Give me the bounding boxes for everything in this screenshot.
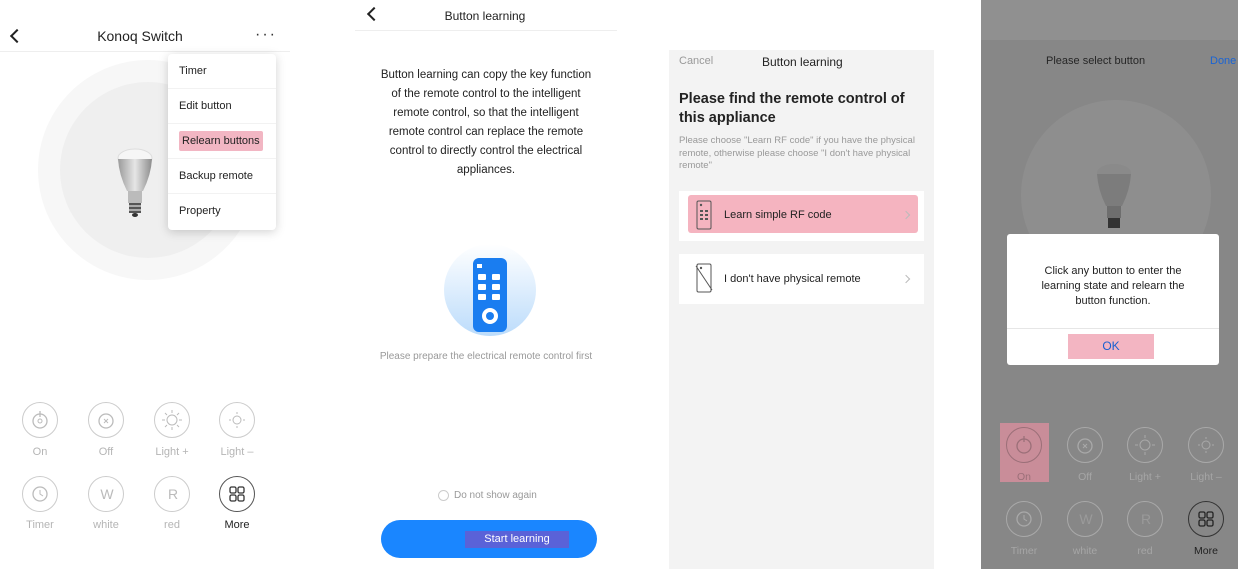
cancel-button[interactable]: Cancel	[679, 55, 713, 67]
red-letter: R	[1140, 511, 1152, 527]
light-minus-button[interactable]	[219, 402, 255, 438]
panel-device-control: Konoq Switch ··· Timer Edit button Relea…	[0, 0, 290, 569]
light-plus-button[interactable]	[1127, 427, 1163, 463]
timer-button[interactable]	[1006, 501, 1042, 537]
menu-item-edit-button[interactable]: Edit button	[168, 89, 276, 124]
on-label: On	[1016, 471, 1031, 483]
header-divider	[355, 30, 617, 31]
start-learning-button[interactable]: Start learning	[381, 520, 597, 558]
learning-description: Button learning can copy the key functio…	[380, 69, 592, 176]
page-title: Please select button	[1046, 55, 1146, 67]
relearn-dialog: Click any button to enter the learning s…	[1007, 234, 1219, 365]
panel-button-learning-intro: Button learning Button learning can copy…	[355, 0, 617, 569]
red-label: red	[1137, 545, 1153, 557]
option-label: I don't have physical remote	[724, 273, 861, 285]
remote-illustration-icon	[444, 244, 536, 336]
on-label: On	[32, 446, 48, 458]
select-button-header-bg	[981, 0, 1238, 40]
power-off-icon	[98, 413, 114, 429]
timer-button[interactable]	[22, 476, 58, 512]
page-title: Button learning	[762, 55, 843, 69]
do-not-show-radio[interactable]	[438, 490, 449, 501]
white-button[interactable]: W	[88, 476, 124, 512]
options-menu: Timer Edit button Relearn buttons Backup…	[168, 54, 276, 230]
white-label: white	[93, 519, 119, 531]
no-remote-icon	[695, 263, 713, 293]
bulb-icon	[1097, 164, 1131, 228]
find-remote-subtext: Please choose "Learn RF code" if you hav…	[679, 135, 915, 171]
sun-plus-icon	[1135, 435, 1155, 455]
menu-item-relearn-buttons[interactable]: Relearn buttons	[168, 124, 276, 159]
on-button[interactable]	[1006, 427, 1042, 463]
ok-button[interactable]: OK	[1068, 334, 1154, 359]
menu-item-timer[interactable]: Timer	[168, 54, 276, 89]
bulb-icon	[117, 148, 153, 217]
off-label: Off	[1078, 471, 1092, 483]
off-button[interactable]	[1067, 427, 1103, 463]
more-button[interactable]	[219, 476, 255, 512]
more-label: More	[224, 519, 250, 531]
more-menu-icon[interactable]: ···	[255, 26, 277, 44]
page-title: Konoq Switch	[97, 28, 183, 44]
light-plus-label: Light +	[155, 446, 189, 458]
sun-minus-icon	[1198, 437, 1214, 453]
white-letter: W	[100, 486, 114, 502]
find-remote-heading: Please find the remote control of this a…	[679, 91, 905, 126]
timer-label: Timer	[26, 519, 54, 531]
start-learning-label: Start learning	[465, 531, 569, 548]
page-title: Button learning	[444, 9, 526, 23]
white-letter: W	[1079, 511, 1093, 527]
sun-minus-icon	[229, 412, 245, 428]
more-label: More	[1194, 545, 1218, 557]
white-button[interactable]: W	[1067, 501, 1103, 537]
grid-icon	[1198, 511, 1214, 527]
off-button[interactable]	[88, 402, 124, 438]
chevron-right-icon	[901, 274, 911, 284]
done-button[interactable]: Done	[1210, 55, 1236, 67]
remote-icon	[696, 200, 712, 230]
on-button[interactable]	[22, 402, 58, 438]
option-no-physical-remote[interactable]: I don't have physical remote	[679, 254, 924, 304]
do-not-show-label[interactable]: Do not show again	[454, 490, 537, 501]
menu-item-property[interactable]: Property	[168, 194, 276, 229]
sun-plus-icon	[162, 410, 182, 430]
option-learn-rf-code[interactable]: Learn simple RF code	[679, 191, 924, 241]
more-button[interactable]	[1188, 501, 1224, 537]
prepare-hint: Please prepare the electrical remote con…	[379, 351, 593, 362]
light-plus-label: Light +	[1129, 471, 1161, 483]
power-icon	[32, 411, 48, 429]
red-button[interactable]: R	[1127, 501, 1163, 537]
power-off-icon	[1077, 438, 1093, 454]
off-label: Off	[98, 446, 114, 458]
light-minus-label: Light –	[1190, 471, 1222, 483]
clock-icon	[1016, 511, 1032, 527]
red-letter: R	[167, 486, 179, 502]
grid-icon	[229, 486, 245, 502]
light-minus-label: Light –	[220, 446, 254, 458]
red-label: red	[164, 519, 180, 531]
light-minus-button[interactable]	[1188, 427, 1224, 463]
red-button[interactable]: R	[154, 476, 190, 512]
clock-icon	[32, 486, 48, 502]
white-label: white	[1072, 545, 1098, 557]
timer-label: Timer	[1010, 545, 1038, 557]
back-icon[interactable]	[366, 6, 382, 22]
header-divider	[0, 51, 290, 52]
back-icon[interactable]	[9, 28, 25, 44]
power-icon	[1016, 436, 1032, 454]
option-label: Learn simple RF code	[724, 209, 832, 221]
dialog-divider	[1007, 328, 1219, 329]
light-plus-button[interactable]	[154, 402, 190, 438]
menu-item-backup-remote[interactable]: Backup remote	[168, 159, 276, 194]
dialog-message: Click any button to enter the learning s…	[1041, 265, 1185, 307]
